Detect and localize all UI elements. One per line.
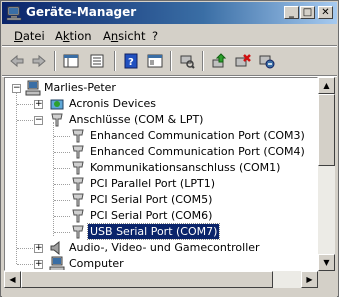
menu-datei[interactable]: Datei (14, 29, 45, 43)
scroll-right-arrow-icon[interactable]: ▶ (301, 271, 318, 288)
device-manager-app-icon (6, 6, 22, 21)
menu-bar: Datei Aktion Ansicht ? (2, 25, 337, 45)
tree-node-acronis-devices[interactable]: + Acronis Devices (7, 96, 307, 112)
title-bar[interactable]: Geräte-Manager _ □ ✕ (2, 2, 337, 24)
tree-node-label-selected: USB Serial Port (COM7) (86, 223, 221, 240)
tree-node-port-com1[interactable]: Kommunikationsanschluss (COM1) (7, 160, 307, 176)
window-title: Geräte-Manager (26, 5, 137, 19)
speaker-icon (50, 240, 60, 256)
tree-node-label: PCI Serial Port (COM6) (90, 209, 213, 222)
horizontal-scrollbar[interactable]: ◀ ▶ (4, 271, 318, 288)
tree-line (54, 184, 70, 185)
computer-icon (25, 80, 41, 96)
maximize-button[interactable]: □ (300, 6, 315, 19)
port-connector-icon (72, 193, 84, 207)
tree-line (54, 232, 70, 233)
tree-node-label: PCI Parallel Port (LPT1) (90, 177, 215, 190)
properties-pane-icon[interactable] (60, 51, 82, 71)
svg-text:?: ? (128, 57, 134, 68)
port-connector-icon (72, 145, 84, 159)
tree-node-audio-video-game[interactable]: + Audio-, Video- und Gamecontroller (7, 240, 307, 256)
tree-node-port-com3[interactable]: Enhanced Communication Port (COM3) (7, 128, 307, 144)
expand-audio-expander[interactable]: + (34, 244, 43, 253)
scroll-up-arrow-icon[interactable]: ▲ (318, 77, 335, 94)
tree-node-port-com5[interactable]: PCI Serial Port (COM5) (7, 192, 307, 208)
device-manager-window: Geräte-Manager _ □ ✕ Datei Aktion Ansich… (0, 0, 339, 297)
menu-ansicht[interactable]: Ansicht (103, 29, 145, 43)
port-connector-icon (72, 225, 84, 239)
tree-node-label: Marlies-Peter (44, 81, 116, 94)
port-connector-icon (72, 129, 84, 143)
vertical-scroll-thumb[interactable] (318, 94, 335, 166)
tree-node-label: Anschlüsse (COM & LPT) (69, 113, 204, 126)
port-connector-icon (51, 113, 63, 127)
tree-line (54, 216, 70, 217)
toolbar-separator (114, 51, 116, 71)
close-button[interactable]: ✕ (318, 6, 333, 19)
tree-node-label: PCI Serial Port (COM5) (90, 193, 213, 206)
tree-node-computer[interactable]: + Computer (7, 256, 307, 270)
port-connector-icon (72, 161, 84, 175)
forward-icon[interactable] (28, 51, 50, 71)
tree-node-port-lpt1[interactable]: PCI Parallel Port (LPT1) (7, 176, 307, 192)
vertical-scrollbar[interactable]: ▲ ▼ (318, 77, 335, 271)
uninstall-icon[interactable] (232, 51, 254, 71)
menu-aktion[interactable]: Aktion (55, 29, 92, 43)
acronis-device-icon (50, 99, 64, 110)
disable-icon[interactable] (256, 51, 278, 71)
collapse-ports-expander[interactable]: − (34, 116, 43, 125)
refresh-icon[interactable] (86, 51, 108, 71)
help-icon[interactable]: ? (120, 51, 142, 71)
tree-node-port-com6[interactable]: PCI Serial Port (COM6) (7, 208, 307, 224)
scroll-down-arrow-icon[interactable]: ▼ (318, 254, 335, 271)
horizontal-scroll-thumb[interactable] (21, 271, 273, 288)
port-connector-icon (72, 177, 84, 191)
tree-node-label: Enhanced Communication Port (COM3) (90, 129, 305, 142)
scan-hardware-icon[interactable] (176, 51, 198, 71)
update-driver-icon[interactable] (208, 51, 230, 71)
computer-icon (49, 256, 65, 270)
tree-node-port-com7[interactable]: USB Serial Port (COM7) (7, 223, 307, 240)
tree-line (54, 152, 70, 153)
tree-node-port-com4[interactable]: Enhanced Communication Port (COM4) (7, 144, 307, 160)
tree-node-label: Audio-, Video- und Gamecontroller (69, 241, 260, 254)
tree-node-label: Enhanced Communication Port (COM4) (90, 145, 305, 158)
tree-line (54, 136, 70, 137)
toolbar-separator (202, 51, 204, 71)
view-icon[interactable] (144, 51, 166, 71)
toolbar-separator (170, 51, 172, 71)
minimize-button[interactable]: _ (284, 6, 299, 19)
tree-node-label: Acronis Devices (69, 97, 156, 110)
toolbar: ? (2, 47, 337, 75)
device-tree[interactable]: − Marlies-Peter + Acronis Devices − Ansc… (4, 77, 318, 271)
tree-node-label: Kommunikationsanschluss (COM1) (90, 161, 281, 174)
tree-node-label: Computer (69, 257, 124, 270)
tree-line (54, 200, 70, 201)
tree-node-root[interactable]: − Marlies-Peter (7, 80, 307, 96)
scrollbar-corner (318, 271, 335, 288)
port-connector-icon (72, 209, 84, 223)
toolbar-separator (54, 51, 56, 71)
status-bar (2, 289, 337, 297)
back-icon[interactable] (6, 51, 28, 71)
tree-line (54, 168, 70, 169)
menu-help[interactable]: ? (152, 29, 158, 43)
expand-acronis-expander[interactable]: + (34, 100, 43, 109)
collapse-root-expander[interactable]: − (12, 84, 21, 93)
expand-computer-expander[interactable]: + (34, 260, 43, 269)
scroll-left-arrow-icon[interactable]: ◀ (4, 271, 21, 288)
tree-node-ports[interactable]: − Anschlüsse (COM & LPT) (7, 112, 307, 128)
